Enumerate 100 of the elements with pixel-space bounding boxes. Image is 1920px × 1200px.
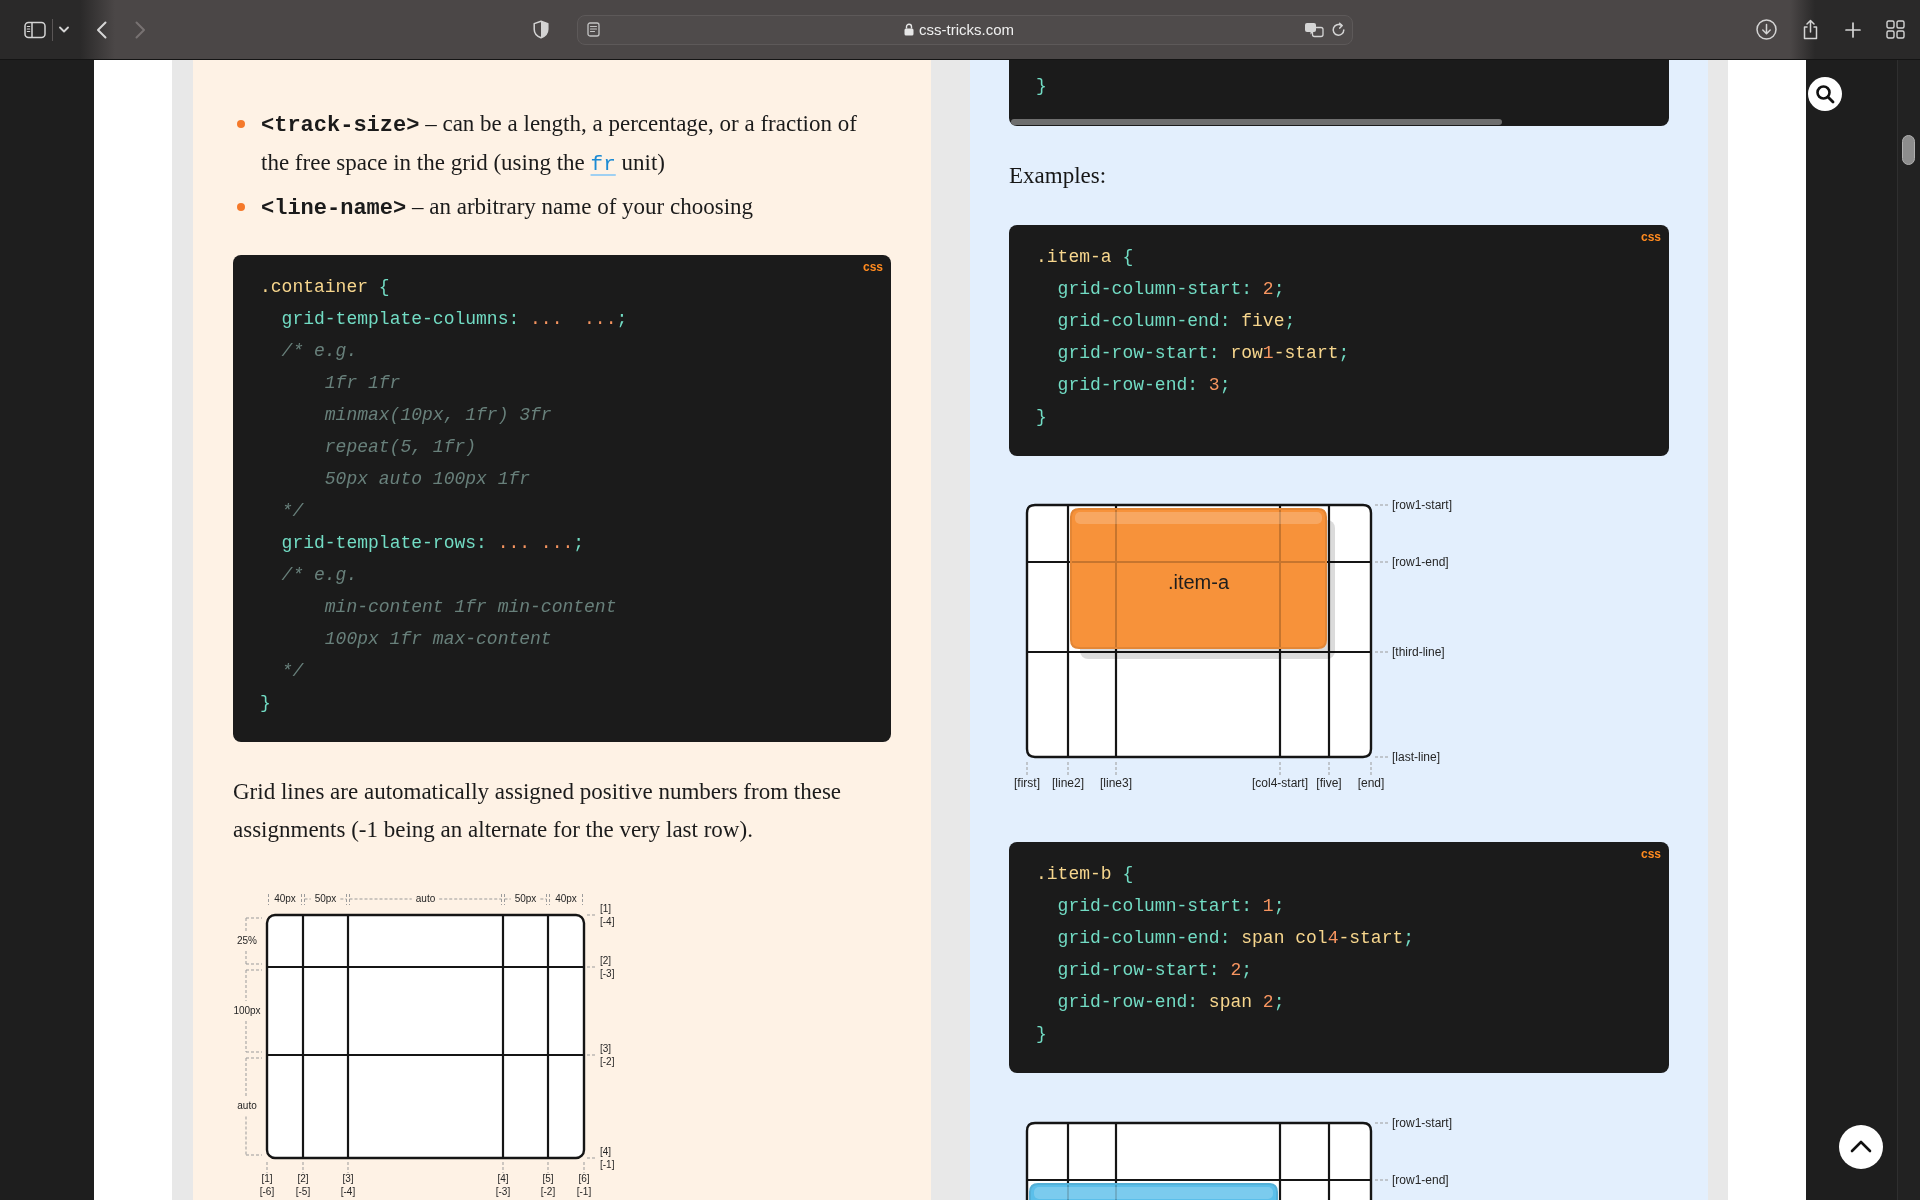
translate-icon[interactable] (1304, 21, 1324, 38)
reload-icon[interactable] (1331, 22, 1346, 37)
line-number-label: [3] (342, 1172, 354, 1184)
dimension-line (245, 950, 263, 965)
dimension-line (268, 893, 269, 906)
line-number-label: [5] (542, 1172, 554, 1184)
dimension-line (245, 1057, 263, 1097)
code-line: .item-b { (1036, 864, 1134, 884)
dimension-line (304, 893, 312, 906)
dimension-line (245, 1116, 263, 1156)
paragraph-text: Grid lines are automatically assigned positive numbers from these assignments (-1 being an alternate for the very last row). (233, 778, 843, 844)
code-line: 50px auto 100px 1fr (324, 469, 531, 489)
leader-line (586, 1054, 598, 1056)
leader-line (1374, 561, 1389, 563)
line-name-label: [line2] (1052, 776, 1084, 791)
code-line: grid-row-end: span 2; (1057, 992, 1285, 1012)
code-line: */ (281, 661, 304, 681)
share-icon[interactable] (1802, 19, 1819, 40)
chevron-down-icon[interactable] (59, 26, 69, 33)
address-field[interactable]: css-tricks.com (577, 14, 1353, 45)
code-line: repeat(5, 1fr) (324, 437, 477, 457)
dimension-line (539, 893, 547, 906)
leader-line (586, 1157, 598, 1159)
line-number-label: [-3] (495, 1185, 511, 1197)
code-line: grid-column-start: 2; (1057, 279, 1285, 299)
line-name-label: [row1-start] (1392, 498, 1452, 513)
line-name-label: [row1-end] (1392, 555, 1449, 570)
line-number-label: [-4] (600, 915, 615, 927)
line-number-label: [-3] (600, 967, 615, 979)
line-number-label: [-1] (600, 1158, 615, 1170)
dimension-line (301, 893, 302, 906)
dimension-line (438, 893, 502, 906)
language-label: css (862, 260, 883, 274)
dimension-line (349, 893, 413, 906)
code-line: /* e.g. (281, 565, 358, 585)
leader-line (502, 1161, 504, 1174)
line-number-label: [-6] (259, 1185, 275, 1197)
line-number-label: [-1] (576, 1185, 592, 1197)
leader-line (1026, 761, 1028, 776)
code-line: /* e.g. (281, 341, 358, 361)
line-name-label: [last-line] (1392, 750, 1441, 765)
line-name-label: [third-line] (1392, 645, 1445, 660)
leader-line (302, 1161, 304, 1174)
line-name-label: [first] (1014, 776, 1040, 791)
code-line: grid-column-end: five; (1057, 311, 1296, 331)
grid-icon[interactable] (1886, 20, 1905, 39)
plus-icon[interactable] (1845, 21, 1861, 38)
leader-line (1328, 761, 1330, 776)
size-label: 50px (314, 892, 337, 904)
definition-text: <line-name> – an arbitrary name of your choosing (261, 193, 755, 223)
leader-line (1374, 1122, 1389, 1124)
size-label: 40px (274, 892, 296, 904)
code-line: } (1036, 1024, 1047, 1044)
line-number-label: [4] (497, 1172, 509, 1184)
code-line: grid-row-end: 3; (1057, 375, 1231, 395)
scrollbar-thumb[interactable] (1902, 135, 1915, 165)
code-line: min-content 1fr min-content (324, 597, 617, 617)
line-name-label: [col4-start] (1252, 776, 1308, 791)
leader-line (586, 914, 598, 916)
language-label: css (1640, 847, 1661, 861)
dimension-line (245, 969, 263, 1002)
leader-line (1115, 761, 1117, 776)
code-line: } (1036, 76, 1047, 96)
leader-line (1374, 1179, 1389, 1181)
examples-label: Examples: (1009, 162, 1108, 190)
size-label: auto (237, 1100, 257, 1112)
shield-icon[interactable] (533, 20, 549, 39)
leader-line (586, 966, 598, 968)
size-label: 25% (237, 934, 257, 946)
code-line: grid-column-start: 1; (1057, 896, 1285, 916)
horizontal-scrollbar[interactable] (1011, 119, 1502, 125)
chevron-up-icon[interactable] (1839, 1125, 1883, 1169)
url-text: css-tricks.com (919, 19, 1014, 40)
line-number-label: [1] (261, 1172, 273, 1184)
dimension-line (582, 893, 583, 906)
sidebar-icon[interactable] (24, 20, 46, 39)
line-number-label: [-2] (600, 1055, 615, 1067)
line-number-label: [-2] (540, 1185, 556, 1197)
download-icon[interactable] (1756, 19, 1777, 40)
dimension-line (549, 893, 550, 906)
leader-line (1374, 651, 1389, 653)
line-number-label: [3] (600, 1042, 612, 1054)
size-label: 100px (233, 1004, 261, 1016)
line-number-label: [4] (600, 1145, 612, 1157)
code-line: grid-column-end: span col4-start; (1057, 928, 1415, 948)
search-icon[interactable] (1808, 77, 1842, 111)
dimension-line (245, 917, 263, 932)
code-line: grid-row-start: 2; (1057, 960, 1253, 980)
line-number-label: [-5] (295, 1185, 311, 1197)
code-line: .container { (260, 277, 390, 297)
document-icon[interactable] (587, 22, 600, 37)
code-line: .item-a { (1036, 247, 1134, 267)
code-line: 1fr 1fr (324, 373, 401, 393)
dimension-line (339, 893, 347, 906)
line-name-label: [row1-start] (1392, 1116, 1452, 1131)
back-icon[interactable] (96, 20, 107, 39)
leader-line (1374, 504, 1389, 506)
size-label: auto (415, 892, 436, 904)
line-number-label: [1] (600, 902, 612, 914)
code-line: grid-row-start: row1-start; (1057, 343, 1350, 363)
